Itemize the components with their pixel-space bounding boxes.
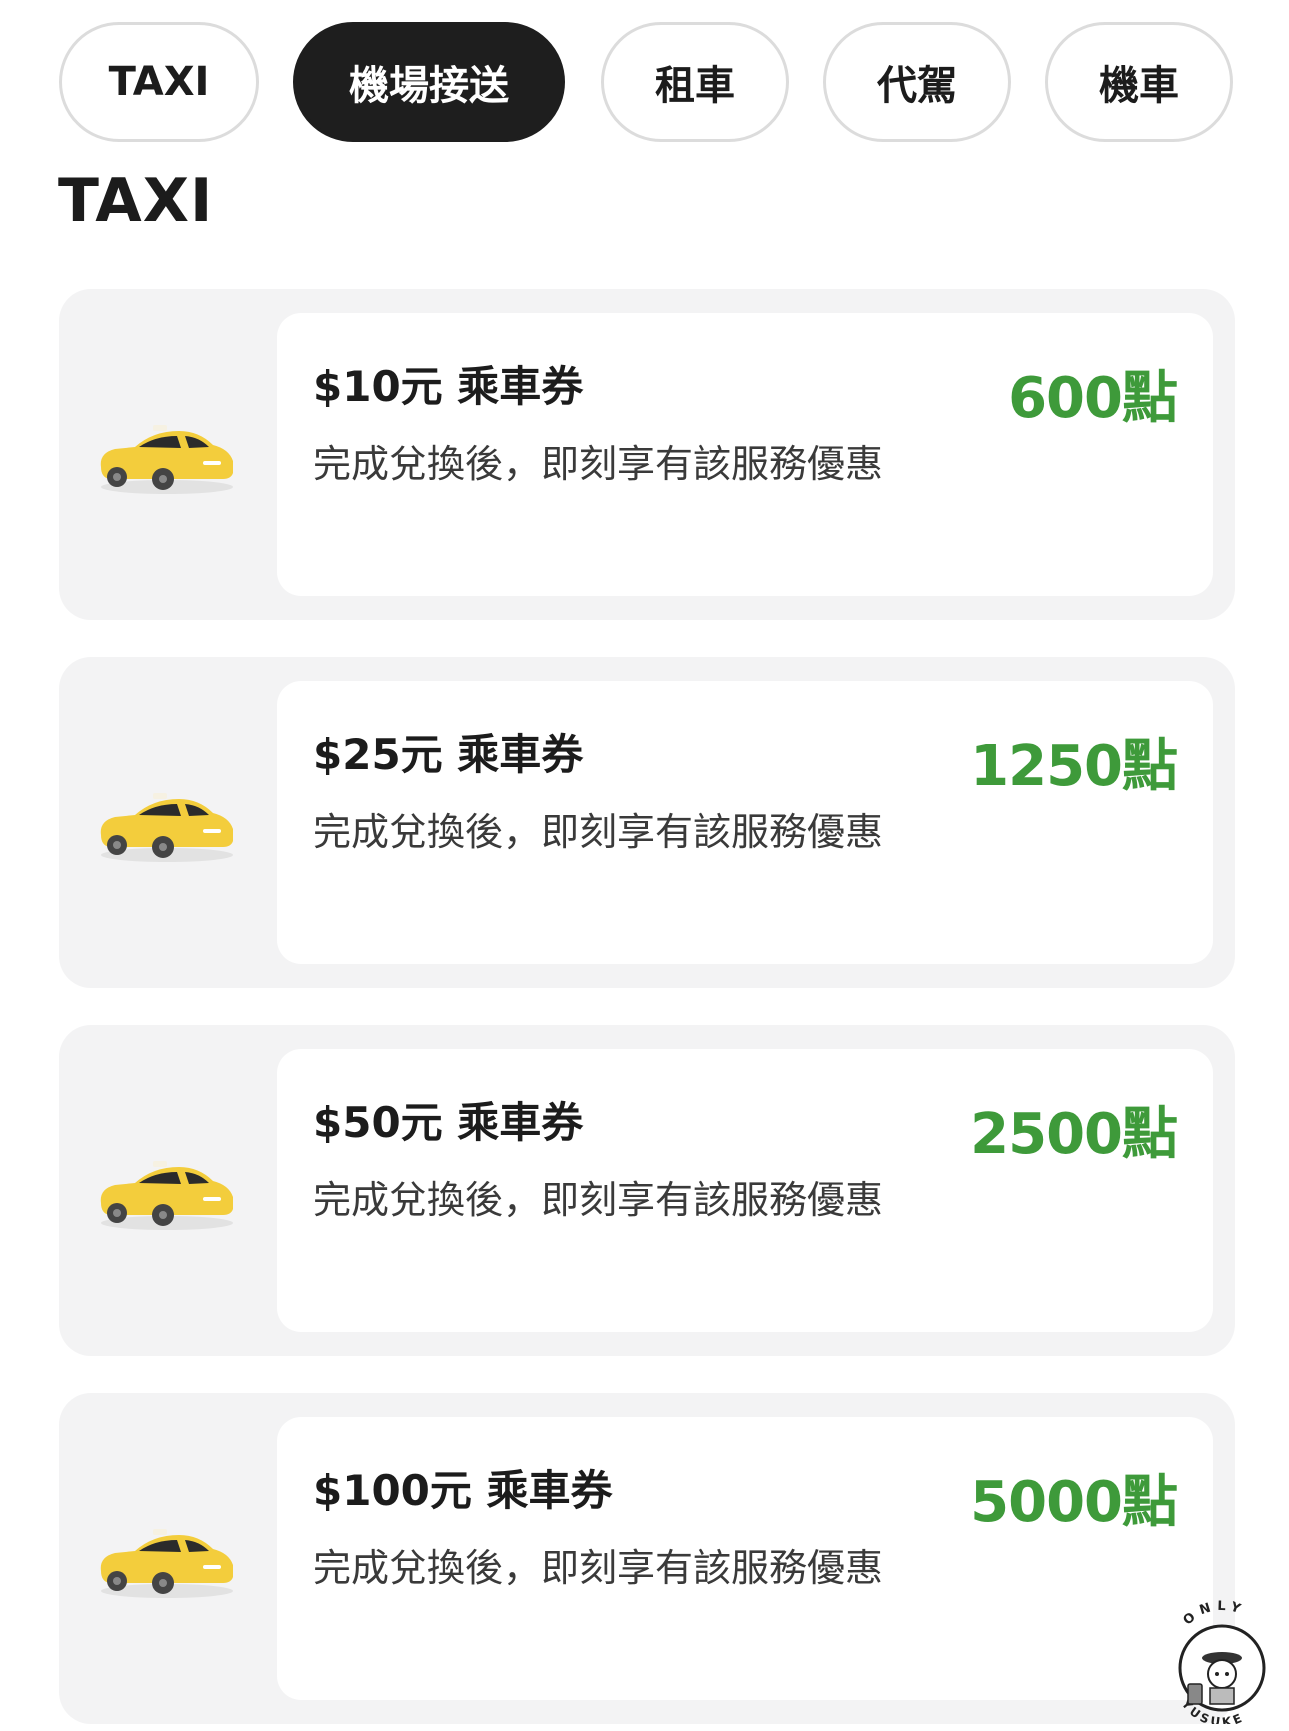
voucher-title: $50元 乘車券 (313, 1098, 584, 1147)
tab-taxi[interactable]: TAXI (59, 22, 259, 142)
voucher-item[interactable]: $100元 乘車券 完成兌換後，即刻享有該服務優惠 5000點 (277, 1417, 1213, 1700)
tab-car-rental[interactable]: 租車 (601, 22, 789, 142)
voucher-item[interactable]: $25元 乘車券 完成兌換後，即刻享有該服務優惠 1250點 (277, 681, 1213, 964)
voucher-card: $100元 乘車券 完成兌換後，即刻享有該服務優惠 5000點 (59, 1393, 1235, 1724)
svg-text:ONLY: ONLY (1181, 1599, 1248, 1629)
voucher-description: 完成兌換後，即刻享有該服務優惠 (313, 1178, 884, 1222)
category-tabs: TAXI 機場接送 租車 代駕 機車 (0, 22, 1289, 142)
voucher-title: $10元 乘車券 (313, 362, 584, 411)
voucher-item[interactable]: $50元 乘車券 完成兌換後，即刻享有該服務優惠 2500點 (277, 1049, 1213, 1332)
voucher-points: 600點 (1008, 366, 1178, 431)
voucher-description: 完成兌換後，即刻享有該服務優惠 (313, 1546, 884, 1590)
taxi-car-icon (100, 793, 234, 862)
tab-scooter[interactable]: 機車 (1045, 22, 1233, 142)
watermark-logo: ONLY YUSUKE (1178, 1599, 1266, 1724)
taxi-car-icon (100, 1529, 234, 1598)
voucher-points: 1250點 (970, 734, 1178, 799)
voucher-title: $100元 乘車券 (313, 1466, 613, 1515)
voucher-points: 5000點 (970, 1470, 1178, 1535)
voucher-description: 完成兌換後，即刻享有該服務優惠 (313, 810, 884, 854)
voucher-item[interactable]: $10元 乘車券 完成兌換後，即刻享有該服務優惠 600點 (277, 313, 1213, 596)
voucher-description: 完成兌換後，即刻享有該服務優惠 (313, 442, 884, 486)
taxi-car-icon (100, 425, 234, 494)
taxi-car-icon (100, 1161, 234, 1230)
watermark-top-text: ONLY (1181, 1599, 1242, 1629)
voucher-title: $25元 乘車券 (313, 730, 584, 779)
voucher-card: $25元 乘車券 完成兌換後，即刻享有該服務優惠 1250點 (59, 657, 1235, 988)
voucher-card: $10元 乘車券 完成兌換後，即刻享有該服務優惠 600點 (59, 289, 1235, 620)
tab-designated-driver[interactable]: 代駕 (823, 22, 1011, 142)
voucher-card: $50元 乘車券 完成兌換後，即刻享有該服務優惠 2500點 (59, 1025, 1235, 1356)
tab-airport-transfer[interactable]: 機場接送 (293, 22, 565, 142)
section-title: TAXI (58, 166, 214, 236)
voucher-points: 2500點 (970, 1102, 1178, 1167)
